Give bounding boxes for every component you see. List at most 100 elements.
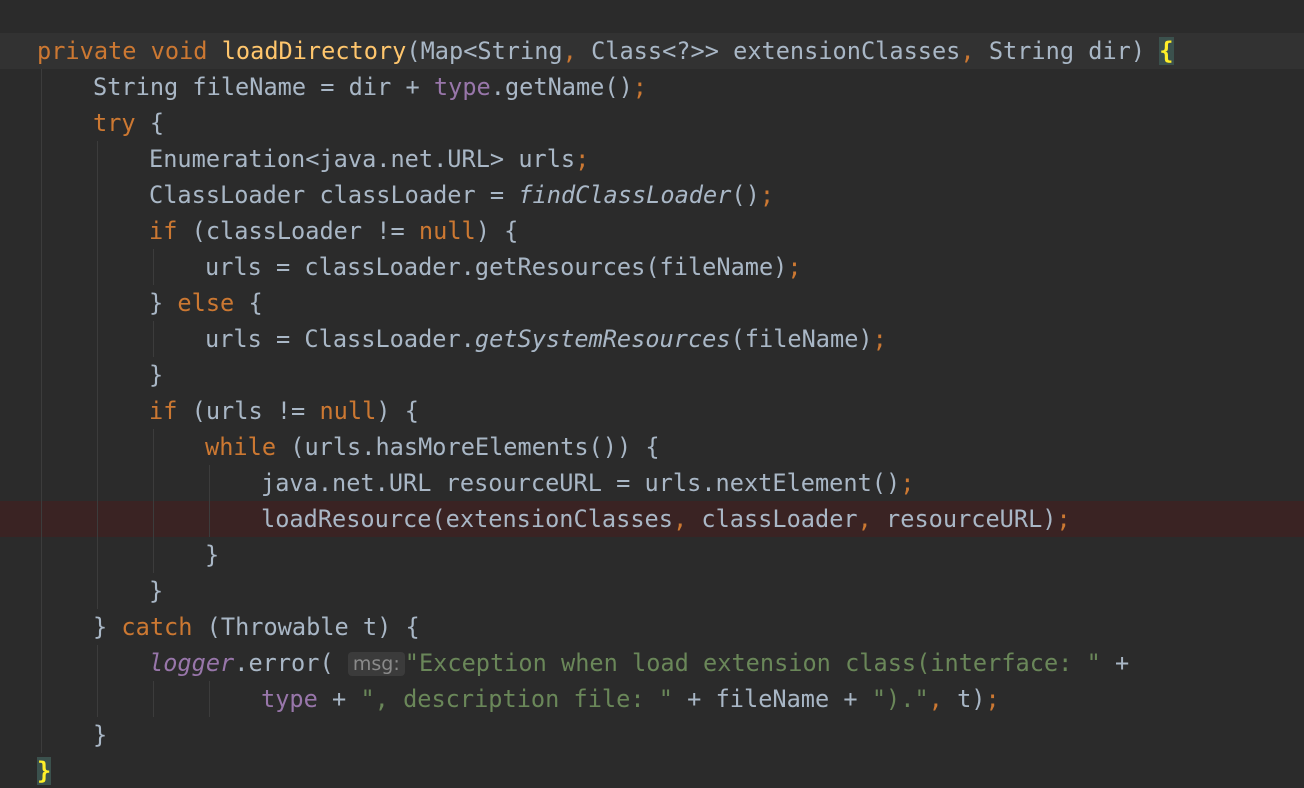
code-token: ; bbox=[575, 145, 590, 173]
code-token: logger bbox=[149, 649, 235, 677]
code-token: + bbox=[317, 685, 361, 713]
code-token: } bbox=[93, 613, 122, 641]
code-line[interactable]: } bbox=[0, 537, 1304, 573]
matched-brace: } bbox=[37, 757, 52, 785]
code-line[interactable]: } bbox=[0, 573, 1304, 609]
code-token: { bbox=[135, 109, 165, 137]
code-token: String dir) bbox=[974, 37, 1160, 65]
code-token: classLoader bbox=[687, 505, 858, 533]
code-text: type + ", description file: " + fileName… bbox=[261, 681, 1000, 717]
code-token: (fileName) bbox=[730, 325, 873, 353]
parameter-hint: msg: bbox=[347, 652, 405, 676]
code-token: { bbox=[234, 289, 263, 317]
code-token: else bbox=[177, 289, 235, 317]
code-token: ")." bbox=[871, 685, 929, 713]
code-line[interactable]: } catch (Throwable t) { bbox=[0, 609, 1304, 645]
code-text: } bbox=[93, 717, 107, 753]
code-token: catch bbox=[121, 613, 193, 641]
code-token: getSystemResources bbox=[474, 325, 731, 353]
code-line[interactable]: ClassLoader classLoader = findClassLoade… bbox=[0, 177, 1304, 213]
code-text: } bbox=[37, 753, 52, 788]
code-line[interactable]: type + ", description file: " + fileName… bbox=[0, 681, 1304, 717]
code-token: + fileName + bbox=[672, 685, 872, 713]
code-line[interactable]: Enumeration<java.net.URL> urls; bbox=[0, 141, 1304, 177]
indent-guide bbox=[153, 681, 154, 717]
code-text: } else { bbox=[149, 285, 263, 321]
code-text: private void loadDirectory(Map<String, C… bbox=[37, 33, 1174, 69]
code-line[interactable]: while (urls.hasMoreElements()) { bbox=[0, 429, 1304, 465]
code-text: java.net.URL resourceURL = urls.nextElem… bbox=[261, 465, 914, 501]
indent-guide bbox=[209, 465, 210, 537]
code-token: ; bbox=[632, 73, 648, 101]
code-text: Enumeration<java.net.URL> urls; bbox=[149, 141, 589, 177]
code-text: if (urls != null) { bbox=[149, 393, 419, 429]
code-token: (Throwable t) { bbox=[192, 613, 420, 641]
code-token: , bbox=[857, 505, 872, 533]
code-token: } bbox=[93, 721, 108, 749]
code-token: ", description file: " bbox=[360, 685, 673, 713]
code-token: (urls.hasMoreElements()) { bbox=[276, 433, 660, 461]
code-text: String fileName = dir + type.getName(); bbox=[93, 69, 647, 105]
code-text: while (urls.hasMoreElements()) { bbox=[205, 429, 660, 465]
code-token: , bbox=[672, 505, 688, 533]
code-token: String fileName = dir + bbox=[93, 73, 434, 101]
code-text: loadResource(extensionClasses, classLoad… bbox=[261, 501, 1071, 537]
code-line[interactable]: urls = classLoader.getResources(fileName… bbox=[0, 249, 1304, 285]
indent-guide bbox=[153, 429, 154, 573]
code-line[interactable]: String fileName = dir + type.getName(); bbox=[0, 69, 1304, 105]
code-token: .getName() bbox=[490, 73, 633, 101]
code-token: } bbox=[205, 541, 220, 569]
code-token: type bbox=[433, 73, 491, 101]
code-token: resourceURL) bbox=[871, 505, 1057, 533]
code-line[interactable]: } bbox=[0, 753, 1304, 788]
matched-brace: { bbox=[1159, 37, 1174, 65]
code-token: ; bbox=[985, 685, 1000, 713]
code-token: ClassLoader classLoader = bbox=[149, 181, 519, 209]
code-token: (Map<String bbox=[406, 37, 563, 65]
code-token: ; bbox=[1056, 505, 1071, 533]
code-token: (urls != bbox=[177, 397, 320, 425]
code-line[interactable]: } bbox=[0, 717, 1304, 753]
code-line-current[interactable]: private void loadDirectory(Map<String, C… bbox=[0, 33, 1304, 69]
code-line[interactable]: } else { bbox=[0, 285, 1304, 321]
code-token: ; bbox=[872, 325, 887, 353]
code-token: findClassLoader bbox=[518, 181, 732, 209]
code-token: null bbox=[319, 397, 377, 425]
code-token: ; bbox=[759, 181, 775, 209]
code-text: } catch (Throwable t) { bbox=[93, 609, 420, 645]
code-line[interactable]: } bbox=[0, 357, 1304, 393]
code-line-breakpoint[interactable]: loadResource(extensionClasses, classLoad… bbox=[0, 501, 1304, 537]
code-token: ) { bbox=[376, 397, 419, 425]
code-line[interactable]: urls = ClassLoader.getSystemResources(fi… bbox=[0, 321, 1304, 357]
code-text: urls = ClassLoader.getSystemResources(fi… bbox=[205, 321, 887, 357]
code-token: private bbox=[37, 37, 137, 65]
code-token: java.net.URL resourceURL = urls.nextElem… bbox=[261, 469, 901, 497]
code-token: ; bbox=[900, 469, 915, 497]
code-text: } bbox=[149, 573, 163, 609]
code-token: ) { bbox=[475, 217, 519, 245]
code-token: } bbox=[149, 577, 164, 605]
code-text: ClassLoader classLoader = findClassLoade… bbox=[149, 177, 774, 213]
code-editor[interactable]: private void loadDirectory(Map<String, C… bbox=[0, 0, 1304, 788]
code-line[interactable]: if (urls != null) { bbox=[0, 393, 1304, 429]
code-token: + bbox=[1100, 649, 1130, 677]
code-token: } bbox=[149, 361, 164, 389]
code-token: , bbox=[928, 685, 943, 713]
code-line[interactable]: if (classLoader != null) { bbox=[0, 213, 1304, 249]
indent-guide bbox=[153, 321, 154, 357]
code-token: if bbox=[149, 217, 178, 245]
code-text: } bbox=[205, 537, 219, 573]
code-line[interactable]: logger.error( msg: "Exception when load e… bbox=[0, 645, 1304, 681]
code-token: , bbox=[960, 37, 975, 65]
code-line[interactable]: java.net.URL resourceURL = urls.nextElem… bbox=[0, 465, 1304, 501]
code-token: "Exception when load extension class(int… bbox=[404, 649, 1101, 677]
code-token: ; bbox=[787, 253, 802, 281]
code-text: urls = classLoader.getResources(fileName… bbox=[205, 249, 802, 285]
code-text: if (classLoader != null) { bbox=[149, 213, 518, 249]
code-token: () bbox=[731, 181, 760, 209]
code-line[interactable]: try { bbox=[0, 105, 1304, 141]
code-token: void bbox=[150, 37, 208, 65]
indent-guide bbox=[97, 645, 98, 717]
code-token: .error( bbox=[234, 649, 348, 677]
